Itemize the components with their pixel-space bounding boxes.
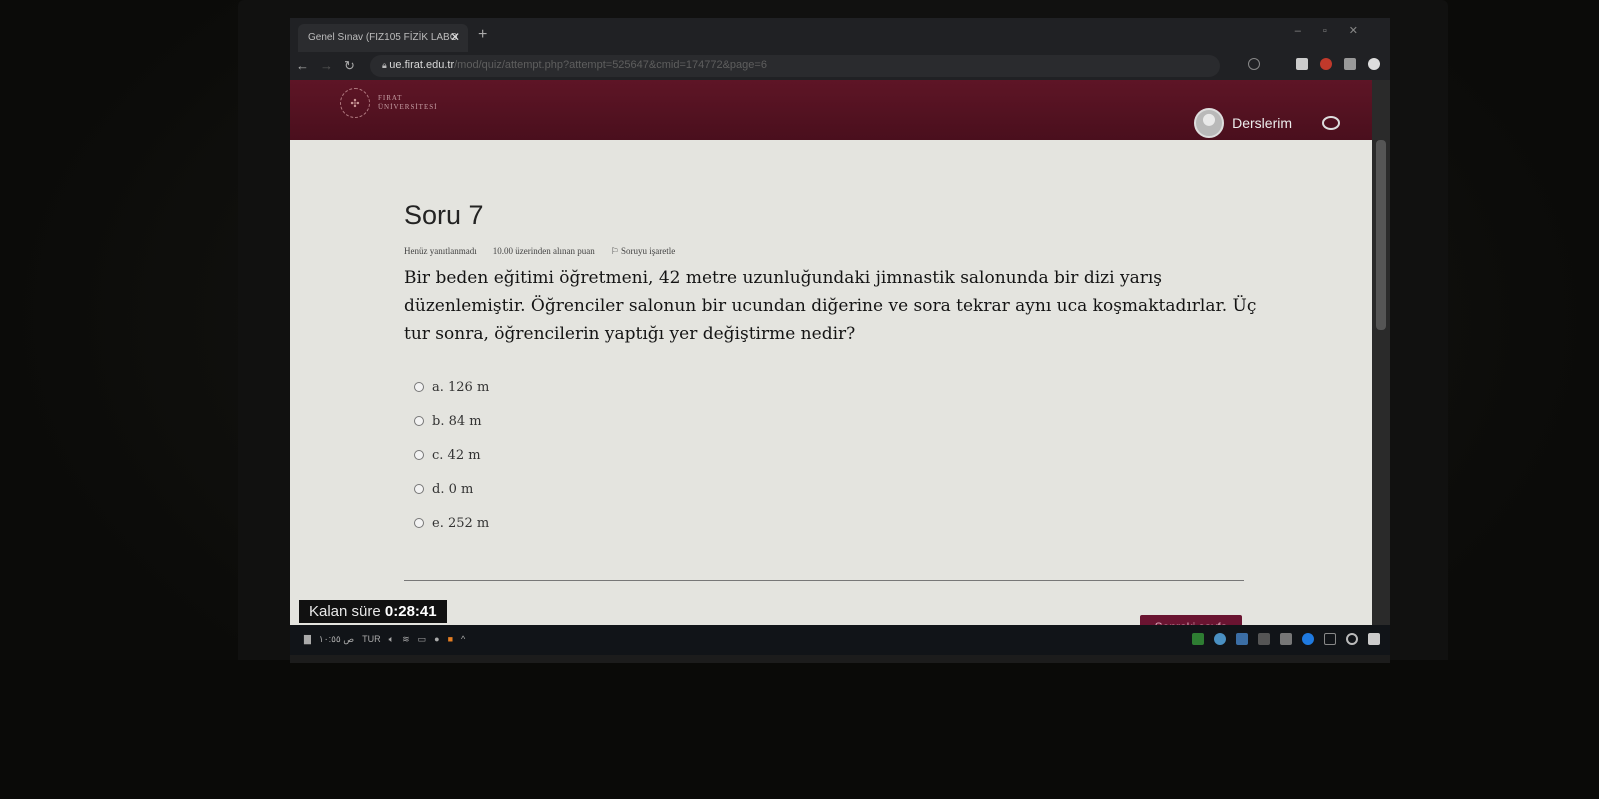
store-icon[interactable] <box>1258 633 1270 645</box>
url-path: /mod/quiz/attempt.php?attempt=525647&cmi… <box>454 59 767 71</box>
app-green-icon[interactable] <box>1192 633 1204 645</box>
option-label: a. 126 m <box>432 379 490 395</box>
user-menu[interactable]: Derslerim <box>1194 108 1340 138</box>
input-language[interactable]: TUR <box>362 634 381 645</box>
profile-icon[interactable] <box>1368 58 1380 70</box>
timer-value: 0:28:41 <box>384 603 437 620</box>
chat-bubble-icon[interactable] <box>1322 116 1340 130</box>
volume-icon[interactable]: 🔈︎ <box>389 634 394 645</box>
zoom-icon[interactable] <box>1248 58 1260 70</box>
remaining-time: Kalan süre 0:28:41 <box>299 600 447 623</box>
close-tab-icon[interactable]: ✕ <box>450 30 460 44</box>
address-bar[interactable]: 🔒︎ ue.firat.edu.tr/mod/quiz/attempt.php?… <box>370 55 1220 77</box>
answer-option-d[interactable]: d. 0 m <box>414 472 489 506</box>
radio-button[interactable] <box>414 518 424 528</box>
question-points: 10.00 üzerinden alınan puan <box>492 246 595 256</box>
browser-tab-bar: Genel Sınav (FIZ105 FİZİK LABO ✕ + –▫✕ <box>290 18 1390 52</box>
task-view-icon[interactable] <box>1324 633 1336 645</box>
tray-app-icon[interactable]: ● <box>434 634 439 645</box>
edge-icon[interactable] <box>1302 633 1314 645</box>
radio-button[interactable] <box>414 484 424 494</box>
search-circle-icon[interactable] <box>1346 633 1358 645</box>
wifi-icon[interactable]: ≋ <box>402 634 410 645</box>
answer-option-b[interactable]: b. 84 m <box>414 404 489 438</box>
flag-question-link[interactable]: ⚐ Soruyu işaretle <box>611 246 676 257</box>
scrollbar-thumb[interactable] <box>1376 140 1386 330</box>
extension-red-icon[interactable] <box>1320 58 1332 70</box>
radio-button[interactable] <box>414 416 424 426</box>
seal-icon: ✣ <box>340 88 370 118</box>
window-controls[interactable]: –▫✕ <box>1295 24 1380 37</box>
quiz-page: Soru 7 Henüz yanıtlanmadı 10.00 üzerinde… <box>290 140 1372 645</box>
radio-button[interactable] <box>414 450 424 460</box>
windows-start-icon[interactable] <box>1368 633 1380 645</box>
new-tab-button[interactable]: + <box>478 26 487 44</box>
extension-icon[interactable] <box>1296 58 1308 70</box>
answer-status: Henüz yanıtlanmadı <box>404 246 477 256</box>
option-label: c. 42 m <box>432 447 481 463</box>
university-logo[interactable]: ✣ FIRAT ÜNİVERSİTESİ <box>340 88 437 118</box>
answer-option-e[interactable]: e. 252 m <box>414 506 489 540</box>
answer-option-c[interactable]: c. 42 m <box>414 438 489 472</box>
taskbar-apps <box>1192 633 1380 645</box>
timer-label: Kalan süre <box>309 603 381 620</box>
laptop-screen: Genel Sınav (FIZ105 FİZİK LABO ✕ + –▫✕ ←… <box>290 18 1390 663</box>
folder-icon[interactable] <box>1280 633 1292 645</box>
option-label: d. 0 m <box>432 481 474 497</box>
star-icon[interactable] <box>1272 58 1284 70</box>
chrome-icon[interactable] <box>1214 633 1226 645</box>
battery-icon[interactable]: ▭ <box>418 634 427 645</box>
question-text: Bir beden eğitimi öğretmeni, 42 metre uz… <box>404 268 1257 344</box>
browser-tab[interactable]: Genel Sınav (FIZ105 FİZİK LABO ✕ <box>298 24 468 52</box>
user-menu-label[interactable]: Derslerim <box>1232 115 1292 131</box>
flag-question-label: Soruyu işaretle <box>621 246 676 256</box>
question-info: Henüz yanıtlanmadı 10.00 üzerinden alına… <box>404 246 675 257</box>
answer-options: a. 126 m b. 84 m c. 42 m d. 0 m e. 252 m <box>414 370 489 540</box>
answer-option-a[interactable]: a. 126 m <box>414 370 489 404</box>
back-arrow-icon[interactable]: ← <box>296 58 309 73</box>
avatar[interactable] <box>1194 108 1225 138</box>
taskbar: ▇ ص ١٠:٥٥ TUR 🔈︎ ≋ ▭ ● ■ ^ <box>290 625 1390 655</box>
logo-text-line2: ÜNİVERSİTESİ <box>378 103 438 111</box>
system-tray: ▇ ص ١٠:٥٥ TUR 🔈︎ ≋ ▭ ● ■ ^ <box>304 634 465 645</box>
site-header: ✣ FIRAT ÜNİVERSİTESİ Derslerim <box>290 80 1390 140</box>
reload-icon[interactable]: ↻ <box>344 58 355 74</box>
puzzle-icon[interactable] <box>1344 58 1356 70</box>
mail-icon[interactable] <box>1236 633 1248 645</box>
divider <box>404 580 1244 581</box>
taskbar-clock[interactable]: ص ١٠:٥٥ <box>319 634 354 645</box>
radio-button[interactable] <box>414 382 424 392</box>
flag-icon: ⚐ <box>610 246 622 256</box>
tray-app-orange-icon[interactable]: ■ <box>448 634 453 645</box>
desk-area <box>0 660 1599 799</box>
question-title: Soru 7 <box>404 200 484 230</box>
option-label: e. 252 m <box>432 515 490 531</box>
extensions-area <box>1248 58 1380 70</box>
scrollbar[interactable] <box>1372 80 1390 645</box>
option-label: b. 84 m <box>432 413 482 429</box>
forward-arrow-icon[interactable]: → <box>320 58 333 73</box>
chevron-up-icon[interactable]: ^ <box>461 634 465 645</box>
browser-toolbar: ← → ↻ 🔒︎ ue.firat.edu.tr/mod/quiz/attemp… <box>290 52 1390 80</box>
tab-title: Genel Sınav (FIZ105 FİZİK LABO <box>308 32 458 43</box>
logo-text-line1: FIRAT <box>378 94 403 102</box>
url-host: ue.firat.edu.tr <box>389 59 455 71</box>
notification-icon[interactable]: ▇ <box>304 634 311 645</box>
